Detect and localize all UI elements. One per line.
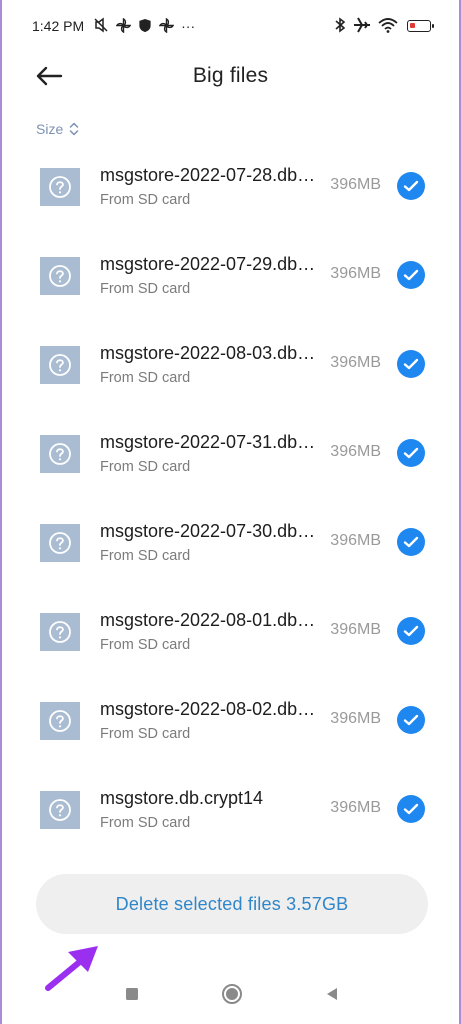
file-checkbox[interactable] [397,706,425,734]
file-name: msgstore-2022-07-31.db.crypt14 [100,432,318,452]
file-name: msgstore-2022-08-03.db.crypt14 [100,343,318,363]
shield-icon [138,18,152,35]
list-item[interactable]: msgstore-2022-07-31.db.crypt14 From SD c… [2,409,459,498]
file-size: 396MB [330,710,381,727]
file-size: 396MB [330,176,381,193]
checkmark-icon [403,625,419,637]
file-checkbox[interactable] [397,528,425,556]
file-text: msgstore-2022-07-31.db.crypt14 From SD c… [100,431,320,475]
file-checkbox[interactable] [397,172,425,200]
bluetooth-icon [334,17,346,35]
wifi-icon [378,17,398,35]
file-list: msgstore-2022-07-28.db.crypt14 From SD c… [2,142,459,854]
file-checkbox[interactable] [397,261,425,289]
file-name: msgstore-2022-07-29.db.crypt14 [100,254,318,274]
unknown-file-icon [40,791,80,829]
file-name: msgstore-2022-07-28.db.crypt14 [100,165,318,185]
battery-icon [407,20,434,32]
file-checkbox[interactable] [397,350,425,378]
airplane-icon [353,17,371,35]
circle-icon [222,984,242,1004]
nav-back-button[interactable] [320,982,344,1006]
file-text: msgstore-2022-07-28.db.crypt14 From SD c… [100,164,320,208]
more-icon: ··· [181,18,196,34]
file-size: 396MB [330,443,381,460]
file-text: msgstore-2022-07-30.db.crypt14 From SD c… [100,520,320,564]
delete-button-label: Delete selected files 3.57GB [115,893,349,914]
file-name: msgstore-2022-08-01.db.crypt14 [100,610,318,630]
unknown-file-icon [40,257,80,295]
file-name: msgstore.db.crypt14 [100,788,264,808]
checkmark-icon [403,358,419,370]
sort-label: Size [36,121,64,137]
file-source: From SD card [100,637,191,653]
triangle-back-icon [327,988,337,1000]
checkmark-icon [403,447,419,459]
delete-selected-files-button[interactable]: Delete selected files 3.57GB [36,874,428,934]
list-item[interactable]: msgstore-2022-08-02.db.crypt14 From SD c… [2,676,459,765]
navigation-bar [2,962,459,1024]
file-source: From SD card [100,459,191,475]
file-source: From SD card [100,815,191,831]
unknown-file-icon [40,346,80,384]
file-text: msgstore.db.crypt14 From SD card [100,787,320,831]
unknown-file-icon [40,435,80,473]
pinwheel-icon [115,17,132,35]
file-size: 396MB [330,354,381,371]
file-text: msgstore-2022-08-02.db.crypt14 From SD c… [100,698,320,742]
file-name: msgstore-2022-08-02.db.crypt14 [100,699,318,719]
file-source: From SD card [100,548,191,564]
file-checkbox[interactable] [397,439,425,467]
checkmark-icon [403,269,419,281]
status-left: 1:42 PM ··· [32,17,195,35]
unknown-file-icon [40,524,80,562]
file-text: msgstore-2022-07-29.db.crypt14 From SD c… [100,253,320,297]
file-checkbox[interactable] [397,617,425,645]
list-item[interactable]: msgstore-2022-07-28.db.crypt14 From SD c… [2,142,459,231]
file-name: msgstore-2022-07-30.db.crypt14 [100,521,318,541]
home-button[interactable] [220,982,244,1006]
page-title: Big files [192,64,269,87]
unknown-file-icon [40,613,80,651]
list-item[interactable]: msgstore-2022-08-03.db.crypt14 From SD c… [2,320,459,409]
file-checkbox[interactable] [397,795,425,823]
header: Big files [2,52,459,100]
file-text: msgstore-2022-08-01.db.crypt14 From SD c… [100,609,320,653]
battery-level [410,23,415,28]
muted-icon [93,17,109,35]
file-size: 396MB [330,532,381,549]
file-size: 396MB [330,799,381,816]
sort-toggle-icon [69,122,79,136]
file-size: 396MB [330,621,381,638]
back-arrow-icon [36,66,63,86]
back-button[interactable] [32,60,66,92]
list-item[interactable]: msgstore.db.crypt14 From SD card 396MB [2,765,459,854]
status-right [334,17,434,35]
status-time: 1:42 PM [32,18,85,34]
list-item[interactable]: msgstore-2022-07-30.db.crypt14 From SD c… [2,498,459,587]
file-source: From SD card [100,192,191,208]
status-bar: 1:42 PM ··· [2,0,459,52]
unknown-file-icon [40,702,80,740]
checkmark-icon [403,803,419,815]
file-source: From SD card [100,370,191,386]
square-icon [126,988,138,1000]
recents-button[interactable] [120,982,144,1006]
list-item[interactable]: msgstore-2022-08-01.db.crypt14 From SD c… [2,587,459,676]
file-size: 396MB [330,265,381,282]
file-text: msgstore-2022-08-03.db.crypt14 From SD c… [100,342,320,386]
checkmark-icon [403,714,419,726]
file-source: From SD card [100,726,191,742]
list-item[interactable]: msgstore-2022-07-29.db.crypt14 From SD c… [2,231,459,320]
checkmark-icon [403,180,419,192]
file-source: From SD card [100,281,191,297]
pinwheel-icon [158,17,175,35]
checkmark-icon [403,536,419,548]
screen: 1:42 PM ··· Big files Size msgstore-2022… [0,0,461,1024]
sort-by-size-button[interactable]: Size [36,118,79,140]
unknown-file-icon [40,168,80,206]
